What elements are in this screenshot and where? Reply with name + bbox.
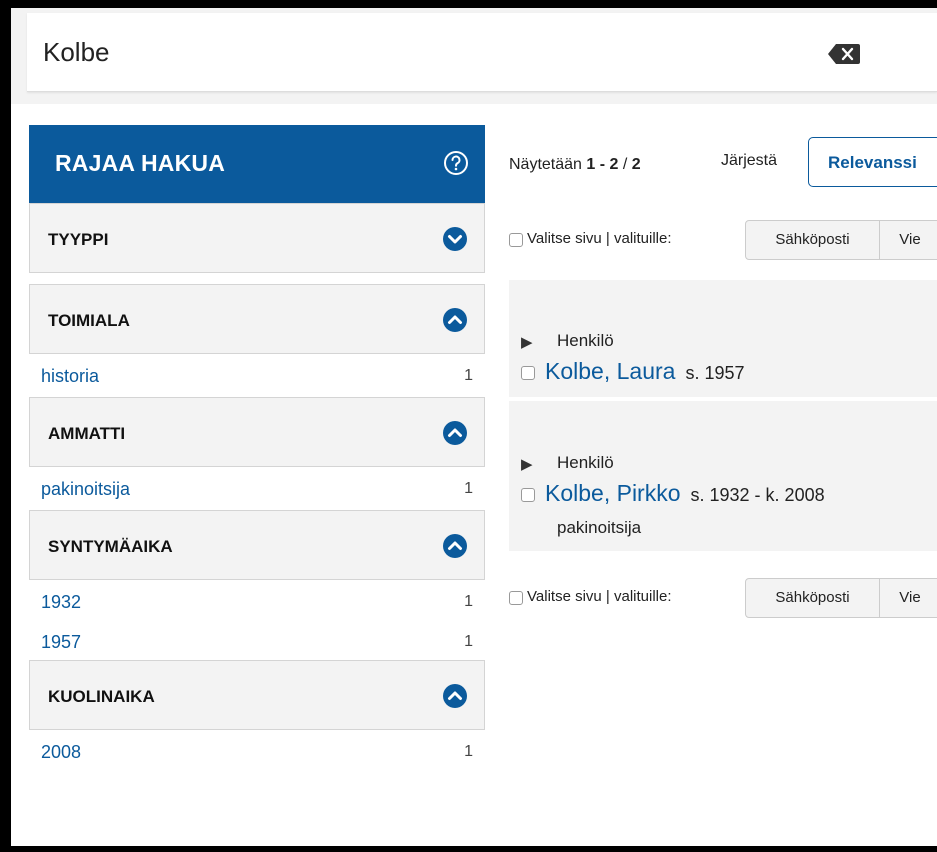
export-button[interactable]: Vie	[880, 221, 937, 259]
result-checkbox[interactable]	[521, 366, 535, 380]
chevron-up-icon[interactable]	[442, 420, 468, 446]
select-page-label: Valitse sivu | valituille:	[527, 588, 672, 605]
bulk-action-group: Sähköposti Vie	[745, 578, 937, 618]
results-main: Näytetään 1 - 2 / 2 Järjestä Relevanssi …	[489, 104, 937, 846]
sort-select[interactable]: Relevanssi	[808, 137, 937, 187]
facet-ammatti[interactable]: AMMATTI	[29, 397, 485, 467]
facet-label: TOIMIALA	[48, 311, 130, 330]
triangle-right-icon[interactable]: ▶	[521, 455, 533, 473]
backspace-icon[interactable]	[827, 43, 861, 65]
result-name[interactable]: Kolbe, Laura	[545, 358, 675, 384]
facet-item-value[interactable]: 1932	[41, 592, 81, 613]
result-dates: s. 1957	[685, 363, 745, 383]
result-item: ▶ Henkilö Kolbe, Pirkko s. 1932 - k. 2008…	[509, 401, 937, 551]
facet-toimiala[interactable]: TOIMIALA	[29, 284, 485, 354]
search-input[interactable]	[41, 31, 785, 73]
email-button[interactable]: Sähköposti	[746, 579, 880, 617]
sort-label: Järjestä	[721, 152, 778, 169]
facet-kuolinaika[interactable]: KUOLINAIKA	[29, 660, 485, 730]
results-total: 2	[631, 156, 641, 173]
app-frame: RAJAA HAKUA TYYPPI TOIMIALA	[11, 8, 937, 846]
facet-item[interactable]: 2008 1	[29, 730, 485, 773]
result-title[interactable]: Kolbe, Laura s. 1957	[545, 358, 744, 385]
export-button[interactable]: Vie	[880, 579, 937, 617]
chevron-down-icon[interactable]	[442, 226, 468, 252]
facet-label: KUOLINAIKA	[48, 687, 155, 706]
facet-item-value[interactable]: pakinoitsija	[41, 479, 130, 500]
facet-sidebar: RAJAA HAKUA TYYPPI TOIMIALA historia 1 A…	[29, 125, 485, 773]
help-icon[interactable]	[443, 150, 469, 176]
select-page-checkbox[interactable]	[509, 591, 523, 605]
result-type: Henkilö	[557, 453, 614, 472]
result-title[interactable]: Kolbe, Pirkko s. 1932 - k. 2008	[545, 480, 825, 507]
facet-header: RAJAA HAKUA	[29, 125, 485, 203]
result-occupation: pakinoitsija	[557, 518, 642, 537]
facet-item-count: 1	[464, 367, 473, 384]
result-type: Henkilö	[557, 331, 614, 350]
triangle-right-icon[interactable]: ▶	[521, 333, 533, 351]
results-count-prefix: Näytetään	[509, 156, 587, 173]
result-dates: s. 1932 - k. 2008	[690, 485, 825, 505]
chevron-up-icon[interactable]	[442, 307, 468, 333]
facet-syntymaaika[interactable]: SYNTYMÄAIKA	[29, 510, 485, 580]
results-range: 1 - 2	[586, 156, 619, 173]
results-separator: /	[618, 156, 632, 173]
content-area: RAJAA HAKUA TYYPPI TOIMIALA historia 1 A…	[11, 104, 937, 846]
results-count: Näytetään 1 - 2 / 2	[509, 156, 641, 174]
facet-label: TYYPPI	[48, 230, 109, 249]
facet-item-value[interactable]: historia	[41, 366, 99, 387]
select-page-checkbox[interactable]	[509, 233, 523, 247]
facet-item-count: 1	[464, 593, 473, 610]
facet-item[interactable]: pakinoitsija 1	[29, 467, 485, 510]
facet-item-value[interactable]: 2008	[41, 742, 81, 763]
email-button[interactable]: Sähköposti	[746, 221, 880, 259]
result-item: ▶ Henkilö Kolbe, Laura s. 1957	[509, 280, 937, 397]
chevron-up-icon[interactable]	[442, 533, 468, 559]
bulk-action-group: Sähköposti Vie	[745, 220, 937, 260]
facet-item-count: 1	[464, 743, 473, 760]
facet-item-count: 1	[464, 633, 473, 650]
facet-item[interactable]: historia 1	[29, 354, 485, 397]
result-name[interactable]: Kolbe, Pirkko	[545, 480, 681, 506]
facet-item-count: 1	[464, 480, 473, 497]
facet-tyyppi[interactable]: TYYPPI	[29, 203, 485, 273]
facet-item[interactable]: 1932 1	[29, 580, 485, 620]
facet-label: AMMATTI	[48, 424, 126, 443]
facet-item-value[interactable]: 1957	[41, 632, 81, 653]
chevron-up-icon[interactable]	[442, 683, 468, 709]
search-bar	[27, 13, 937, 92]
facet-label: SYNTYMÄAIKA	[48, 537, 173, 556]
result-checkbox[interactable]	[521, 488, 535, 502]
facet-title: RAJAA HAKUA	[55, 150, 226, 176]
select-page-label: Valitse sivu | valituille:	[527, 230, 672, 247]
facet-item[interactable]: 1957 1	[29, 620, 485, 660]
